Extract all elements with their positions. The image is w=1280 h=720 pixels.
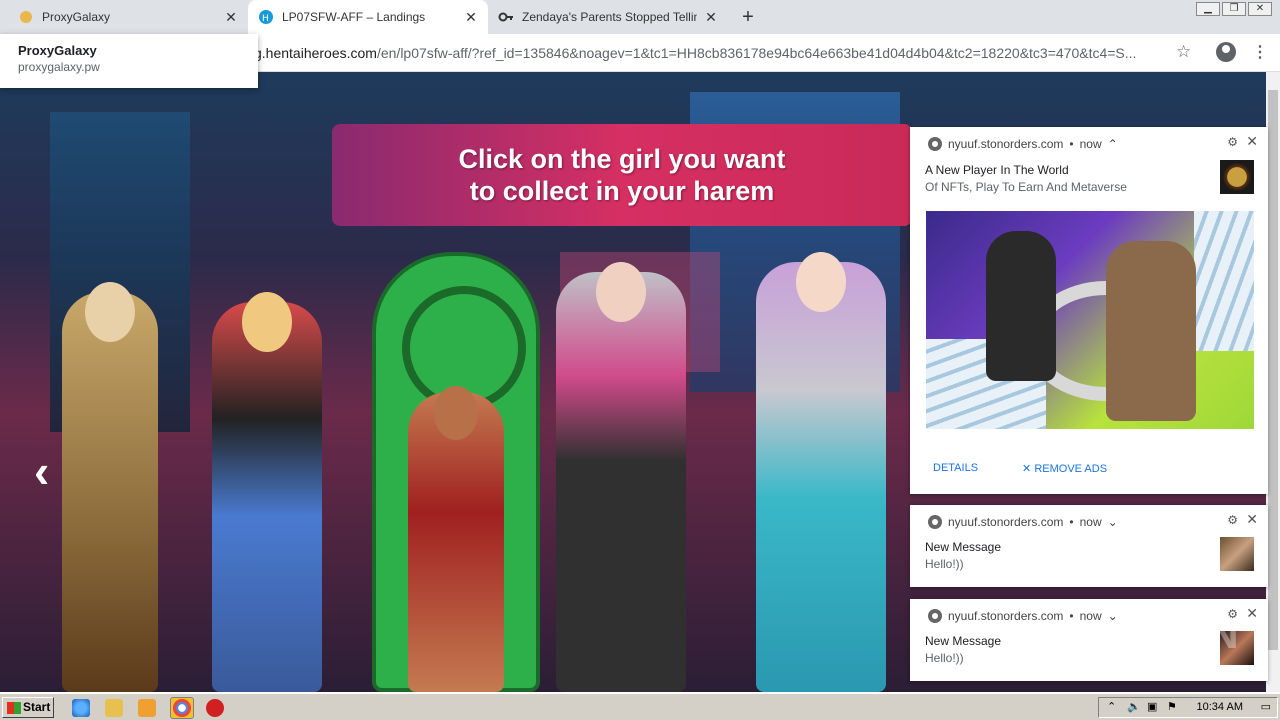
figure-graphic (986, 231, 1056, 381)
figure-graphic (1106, 241, 1196, 421)
details-button[interactable]: DETAILS (933, 462, 978, 475)
menu-dots-icon[interactable]: ⋮ (1252, 42, 1268, 62)
girl-character-5[interactable] (756, 252, 886, 692)
close-icon[interactable]: ✕ (224, 10, 238, 24)
chrome-icon (928, 515, 942, 529)
tab-hover-card: ProxyGalaxy proxygalaxy.pw (0, 34, 258, 88)
maximize-button[interactable]: ❐ (1222, 2, 1246, 16)
hover-card-url: proxygalaxy.pw (18, 60, 100, 74)
tab-proxygalaxy[interactable]: ProxyGalaxy ✕ (8, 0, 248, 34)
network-icon[interactable]: ▣ (1147, 698, 1157, 717)
character-head (85, 282, 135, 342)
tab-title: Zendaya's Parents Stopped Telling H (522, 10, 697, 24)
girl-character-4[interactable] (556, 262, 686, 692)
proxygalaxy-icon (18, 9, 34, 25)
key-icon (498, 9, 514, 25)
notification-card-2[interactable]: nyuuf.stonorders.com • now ⌄ ⚙ ✕ New Mes… (910, 505, 1268, 587)
chevron-down-icon[interactable]: ⌄ (1108, 515, 1118, 529)
remove-ads-label: REMOVE ADS (1034, 463, 1108, 475)
banner-line-2: to collect in your harem (469, 176, 775, 206)
character-head (596, 262, 646, 322)
stairs-graphic (1194, 211, 1254, 351)
warning-icon[interactable] (206, 699, 224, 717)
close-icon[interactable]: ✕ (1246, 133, 1258, 150)
notification-card-1[interactable]: nyuuf.stonorders.com • now ⌃ ⚙ ✕ A New P… (910, 127, 1268, 494)
girl-character-1[interactable] (62, 282, 158, 692)
separator-dot: • (1069, 137, 1074, 151)
girl-character-2[interactable] (212, 292, 322, 692)
close-icon[interactable]: ✕ (1246, 605, 1258, 622)
instruction-banner: Click on the girl you want to collect in… (332, 124, 912, 226)
chrome-icon (928, 609, 942, 623)
notification-time: now (1079, 137, 1102, 151)
show-desktop-icon[interactable]: ▭ (1261, 698, 1271, 717)
system-tray: ⌃ 🔈 ▣ ⚑ 10:34 AM ▭ (1098, 697, 1278, 718)
folder-icon[interactable] (105, 699, 123, 717)
hentaiheroes-icon: H (258, 9, 274, 25)
notification-site: nyuuf.stonorders.com (948, 137, 1064, 151)
chrome-taskbar-icon[interactable] (170, 697, 194, 719)
tab-zendaya[interactable]: Zendaya's Parents Stopped Telling H ✕ (488, 0, 728, 34)
notification-body: Hello!)) (925, 651, 964, 665)
start-button[interactable]: Start (2, 697, 54, 718)
close-icon[interactable]: ✕ (464, 10, 478, 24)
clock: 10:34 AM (1196, 701, 1243, 713)
notification-site: nyuuf.stonorders.com (948, 515, 1064, 529)
remove-ads-button[interactable]: ✕ REMOVE ADS (1022, 462, 1107, 475)
window-controls: ▁ ❐ ✕ (1196, 2, 1272, 18)
address-bar[interactable]: g.hentaiheroes.com/en/lp07sfw-aff/?ref_i… (254, 41, 1166, 65)
page-scrollbar[interactable] (1266, 72, 1280, 692)
url-path: /en/lp07sfw-aff/?ref_id=135846&noagev=1&… (376, 45, 1137, 61)
volume-icon[interactable]: 🔈 (1127, 698, 1141, 717)
close-window-button[interactable]: ✕ (1248, 2, 1272, 16)
notification-title: New Message (925, 540, 1002, 554)
tab-title: LP07SFW-AFF – Landings (282, 10, 426, 24)
notification-body: Hello!)) (925, 557, 964, 571)
watermark-logo: ANY RUN (1036, 610, 1241, 657)
bookmark-star-icon[interactable]: ☆ (1176, 42, 1191, 62)
start-label: Start (23, 700, 51, 714)
banner-line-1: Click on the girl you want (458, 144, 786, 174)
ie-icon[interactable] (72, 699, 90, 717)
minimize-button[interactable]: ▁ (1196, 2, 1220, 16)
media-player-icon[interactable] (138, 699, 156, 717)
gear-icon[interactable]: ⚙ (1227, 135, 1238, 149)
new-tab-button[interactable]: + (738, 6, 758, 29)
close-icon[interactable]: ✕ (1246, 511, 1258, 528)
avatar-thumbnail (1220, 537, 1254, 571)
character-head (434, 386, 478, 440)
svg-text:H: H (262, 14, 269, 24)
tab-landings[interactable]: H LP07SFW-AFF – Landings ✕ (248, 0, 488, 34)
chrome-icon (928, 137, 942, 151)
notification-body: Of NFTs, Play To Earn And Metaverse (925, 180, 1127, 194)
taskbar: Start ⌃ 🔈 ▣ ⚑ 10:34 AM ▭ (0, 692, 1280, 720)
flag-icon[interactable]: ⚑ (1167, 698, 1177, 717)
tab-strip: ProxyGalaxy ✕ H LP07SFW-AFF – Landings ✕… (0, 0, 1280, 34)
notification-header: nyuuf.stonorders.com • now ⌄ (928, 515, 1118, 529)
carousel-prev-arrow[interactable]: ‹ (34, 444, 49, 498)
scrollbar-thumb[interactable] (1268, 90, 1278, 650)
close-icon[interactable]: ✕ (704, 10, 718, 24)
account-icon[interactable] (1216, 42, 1236, 62)
tab-title: ProxyGalaxy (42, 10, 111, 24)
chevron-up-icon[interactable]: ⌃ (1108, 137, 1118, 151)
windows-flag-icon (7, 701, 21, 714)
notification-title: A New Player In The World (925, 163, 1069, 177)
nft-ad-image (926, 211, 1254, 429)
tray-arrow-icon[interactable]: ⌃ (1107, 698, 1116, 717)
url-domain: g.hentaiheroes.com (254, 45, 377, 61)
notification-time: now (1079, 515, 1102, 529)
notification-actions: DETAILS ✕ REMOVE ADS (933, 462, 1107, 475)
notification-header: nyuuf.stonorders.com • now ⌃ (928, 137, 1118, 151)
character-head (242, 292, 292, 352)
gear-icon[interactable]: ⚙ (1227, 513, 1238, 527)
hover-card-title: ProxyGalaxy (18, 43, 97, 58)
bitcoin-thumbnail (1220, 160, 1254, 194)
character-head (796, 252, 846, 312)
separator-dot: • (1069, 515, 1074, 529)
notification-title: New Message (925, 634, 1002, 648)
girl-character-3[interactable] (408, 386, 504, 692)
